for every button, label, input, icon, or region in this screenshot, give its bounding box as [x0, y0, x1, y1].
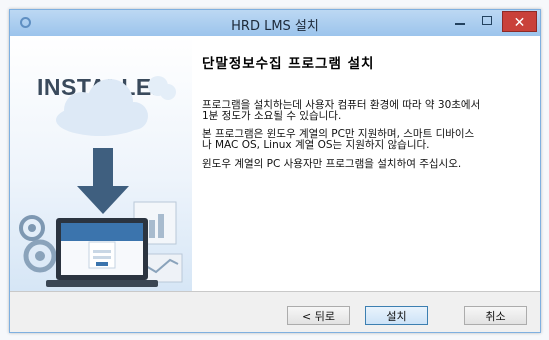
installer-side-panel: INSTALLER: [10, 36, 192, 291]
installer-window: HRD LMS 설치 ✕ INSTALLER: [9, 9, 541, 333]
installer-content: 단말정보수집 프로그램 설치 프로그램을 설치하는데 사용자 컴퓨터 환경에 따…: [192, 36, 540, 291]
install-illustration: [19, 76, 183, 287]
close-button[interactable]: ✕: [502, 11, 537, 32]
page-heading: 단말정보수집 프로그램 설치: [202, 56, 375, 72]
os-support-line-2: 나 MAC OS, Linux 계열 OS는 지원하지 않습니다.: [202, 139, 430, 151]
cloud-icon: [56, 76, 176, 136]
cancel-button[interactable]: 취소: [464, 306, 527, 325]
gear-icon: [19, 215, 57, 273]
download-arrow-icon: [77, 148, 129, 214]
title-bar[interactable]: HRD LMS 설치 ✕: [10, 10, 540, 36]
footer-divider: [10, 291, 540, 292]
install-instruction: 윈도우 계열의 PC 사용자만 프로그램을 설치하여 주십시오.: [202, 158, 462, 170]
laptop-icon: [46, 218, 158, 287]
close-icon: ✕: [513, 15, 526, 31]
minimize-icon: [454, 23, 465, 25]
install-button[interactable]: 설치: [365, 306, 428, 325]
back-button[interactable]: < 뒤로: [287, 306, 350, 325]
minimize-button[interactable]: [447, 11, 472, 32]
maximize-icon: [481, 16, 492, 25]
maximize-button[interactable]: [474, 11, 499, 32]
install-time-line-2: 1분 정도가 소요될 수 있습니다.: [202, 110, 342, 122]
